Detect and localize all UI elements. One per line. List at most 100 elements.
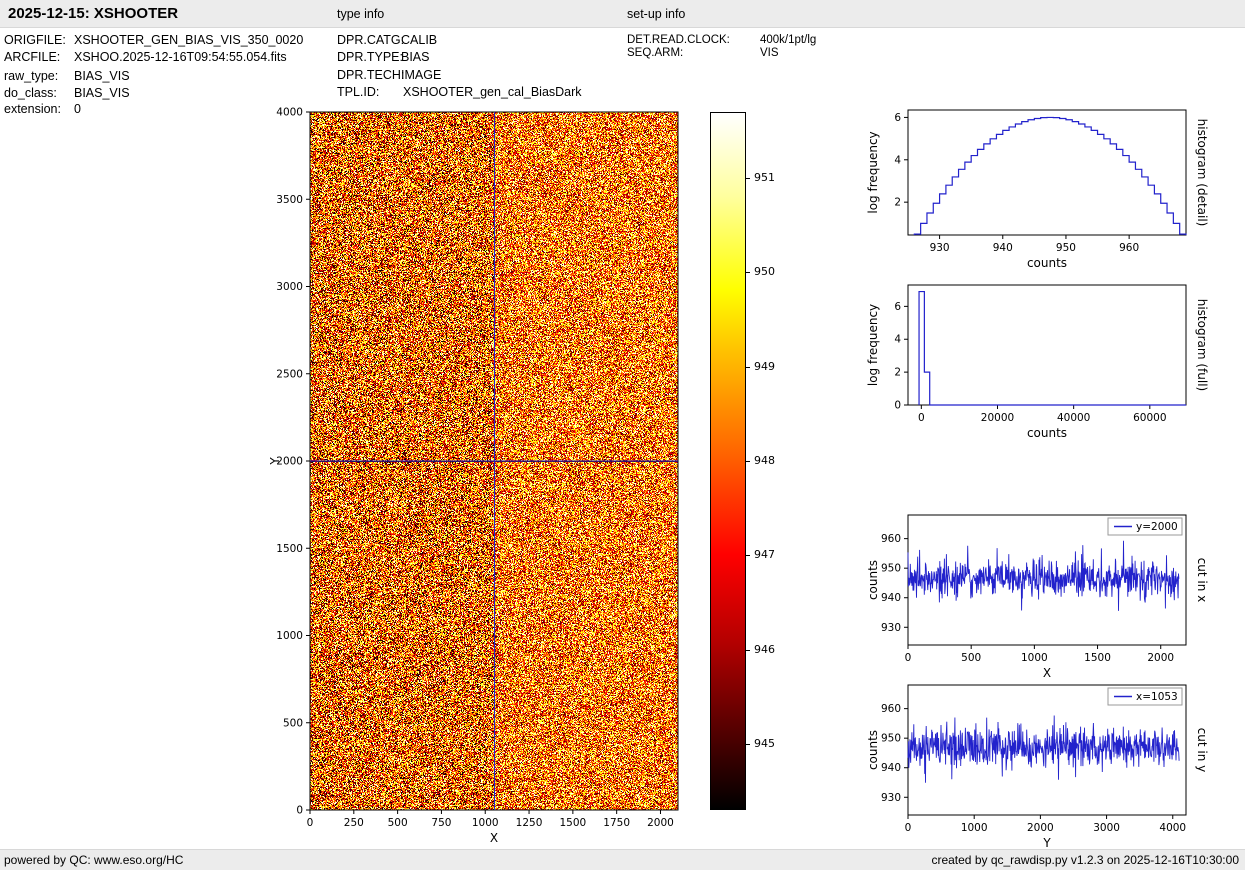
- svg-text:40000: 40000: [1057, 412, 1090, 424]
- dpr-type-label: DPR.TYPE:: [337, 50, 403, 64]
- svg-text:2: 2: [894, 367, 901, 379]
- svg-text:250: 250: [344, 817, 364, 829]
- rawtype-label: raw_type:: [4, 69, 59, 83]
- footer-created-by: created by qc_rawdisp.py v1.2.3 on 2025-…: [931, 853, 1239, 867]
- tpl-id-value: XSHOOTER_gen_cal_BiasDark: [403, 85, 582, 99]
- svg-text:6: 6: [894, 112, 901, 124]
- svg-text:0: 0: [296, 805, 303, 817]
- colorbar-tick-label: 949: [754, 359, 775, 373]
- svg-text:950: 950: [1056, 242, 1076, 254]
- header-bar: 2025-12-15: XSHOOTER type info set-up in…: [0, 0, 1245, 28]
- svg-text:y=2000: y=2000: [1136, 521, 1178, 533]
- svg-text:4: 4: [894, 154, 901, 166]
- svg-text:960: 960: [881, 533, 901, 545]
- svg-text:counts: counts: [866, 730, 880, 770]
- svg-text:1000: 1000: [1021, 652, 1048, 664]
- colorbar-tick-mark: [746, 744, 750, 745]
- colorbar-tick-label: 945: [754, 737, 775, 750]
- svg-text:500: 500: [961, 652, 981, 664]
- rawtype-value: BIAS_VIS: [74, 69, 130, 83]
- svg-text:500: 500: [388, 817, 408, 829]
- svg-text:counts: counts: [1027, 426, 1067, 440]
- read-clock-value: 400k/1pt/lg: [760, 34, 817, 46]
- svg-text:0: 0: [905, 822, 912, 834]
- svg-text:1750: 1750: [603, 817, 630, 829]
- colorbar-tick-label: 946: [754, 642, 775, 656]
- svg-text:histogram (full): histogram (full): [1195, 299, 1209, 392]
- colorbar-tick-label: 947: [754, 548, 775, 562]
- svg-text:950: 950: [881, 563, 901, 575]
- svg-text:1500: 1500: [1084, 652, 1111, 664]
- arcfile-label: ARCFILE:: [4, 50, 61, 64]
- tpl-id-label: TPL.ID:: [337, 85, 380, 99]
- svg-text:1000: 1000: [276, 630, 303, 642]
- svg-text:2: 2: [894, 197, 901, 209]
- bias-image-canvas: [310, 112, 678, 810]
- type-info-header: type info: [337, 7, 385, 21]
- svg-text:counts: counts: [1027, 256, 1067, 270]
- seq-arm-label: SEQ.ARM:: [627, 47, 684, 59]
- svg-text:2000: 2000: [1027, 822, 1054, 834]
- colorbar-tick-mark: [746, 649, 750, 651]
- dpr-catg-label: DPR.CATG:: [337, 33, 405, 47]
- svg-text:log frequency: log frequency: [866, 131, 880, 213]
- setup-info-header: set-up info: [627, 7, 686, 21]
- read-clock-label: DET.READ.CLOCK:: [627, 34, 730, 46]
- dpr-type-value: BIAS: [401, 50, 430, 64]
- svg-text:2000: 2000: [276, 456, 303, 468]
- colorbar-tick-mark: [746, 555, 750, 557]
- svg-text:0: 0: [307, 817, 314, 829]
- svg-text:1500: 1500: [559, 817, 586, 829]
- svg-text:0: 0: [918, 412, 925, 424]
- cut-in-x-plot: 0 500 1000 1500 2000 930 940 950 960 Xcounts cut i…: [863, 507, 1210, 685]
- arcfile-value: XSHOO.2025-12-16T09:54:55.054.fits: [74, 50, 287, 64]
- colorbar-tick-mark: [746, 461, 750, 462]
- svg-text:4000: 4000: [1159, 822, 1186, 834]
- svg-text:4: 4: [894, 334, 901, 346]
- svg-text:histogram (detail): histogram (detail): [1195, 119, 1209, 227]
- svg-text:3500: 3500: [276, 194, 303, 206]
- footer-bar: powered by QC: www.eso.org/HC created by…: [0, 849, 1245, 870]
- svg-text:log frequency: log frequency: [866, 304, 880, 386]
- svg-text:950: 950: [881, 733, 901, 745]
- svg-text:60000: 60000: [1133, 412, 1166, 424]
- svg-text:1250: 1250: [516, 817, 543, 829]
- extension-value: 0: [74, 102, 81, 116]
- seq-arm-value: VIS: [760, 47, 779, 59]
- svg-text:960: 960: [1119, 242, 1139, 254]
- footer-powered-by: powered by QC: www.eso.org/HC: [4, 853, 184, 867]
- svg-text:3000: 3000: [276, 281, 303, 293]
- origfile-value: XSHOOTER_GEN_BIAS_VIS_350_0020: [74, 33, 304, 47]
- doclass-label: do_class:: [4, 86, 57, 100]
- svg-text:0: 0: [905, 652, 912, 664]
- colorbar: [710, 112, 746, 810]
- colorbar-tick-label: 950: [754, 265, 775, 279]
- colorbar-tick-mark: [746, 272, 750, 274]
- svg-text:6: 6: [894, 301, 901, 313]
- svg-text:500: 500: [283, 717, 303, 729]
- bias-image-plot: 0 250 500 750 1000 1250 1500 1750 2000 0 500 1000 15…: [265, 104, 702, 855]
- svg-text:X: X: [490, 831, 498, 845]
- svg-text:930: 930: [881, 622, 901, 634]
- colorbar-tick-label: 951: [754, 171, 775, 184]
- colorbar-tick-label: 948: [754, 454, 775, 467]
- svg-text:940: 940: [881, 762, 901, 774]
- svg-text:960: 960: [881, 703, 901, 715]
- svg-text:Y: Y: [1042, 836, 1051, 850]
- page-title: 2025-12-15: XSHOOTER: [8, 5, 179, 22]
- svg-text:20000: 20000: [981, 412, 1014, 424]
- colorbar-tick-labels: 945 946 947 948 949 950 951: [746, 112, 794, 810]
- svg-text:1000: 1000: [961, 822, 988, 834]
- colorbar-tick-mark: [746, 178, 750, 179]
- svg-text:930: 930: [930, 242, 950, 254]
- svg-text:cut in y: cut in y: [1195, 728, 1209, 773]
- histogram-full-plot: 0 20000 40000 60000 0 2 4 6 counts log frequency h…: [863, 277, 1210, 445]
- svg-text:Y: Y: [268, 457, 282, 466]
- qc-report-page: { "header": { "title": "2025-12-15: XSHO…: [0, 0, 1245, 870]
- svg-text:1000: 1000: [472, 817, 499, 829]
- dpr-tech-value: IMAGE: [401, 68, 442, 82]
- svg-text:940: 940: [881, 592, 901, 604]
- svg-text:4000: 4000: [276, 107, 303, 119]
- svg-text:1500: 1500: [276, 543, 303, 555]
- svg-text:2500: 2500: [276, 368, 303, 380]
